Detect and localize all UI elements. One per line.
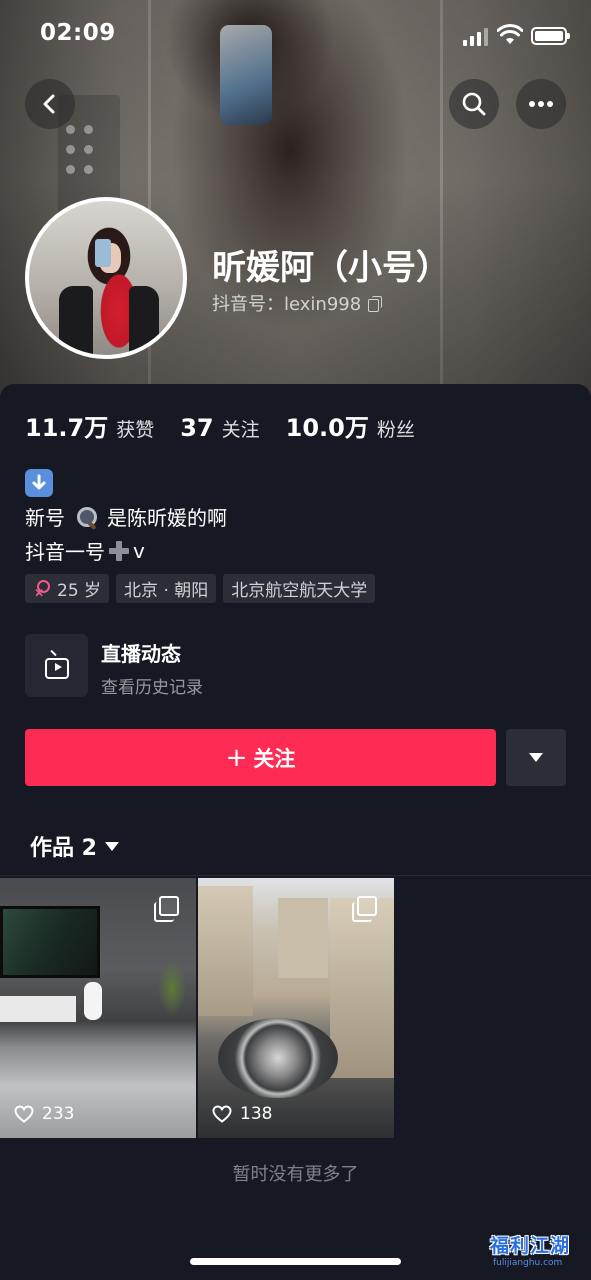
- heart-icon: [14, 1105, 34, 1123]
- video-thumbnail[interactable]: 138: [198, 878, 394, 1138]
- stats-row: 11.7万 获赞 37 关注 10.0万 粉丝: [25, 408, 441, 443]
- down-arrow-emoji-icon: [25, 469, 53, 497]
- stat-likes[interactable]: 11.7万 获赞: [25, 408, 154, 443]
- watermark-url: fulijianghu.com: [493, 1258, 563, 1268]
- tag-age-text: 25 岁: [57, 581, 102, 601]
- stat-likes-label: 获赞: [116, 419, 155, 441]
- avatar[interactable]: [25, 197, 187, 359]
- follow-button[interactable]: + 关注: [25, 729, 496, 786]
- status-time: 02:09: [40, 20, 116, 46]
- profile-panel: 11.7万 获赞 37 关注 10.0万 粉丝 新号 是陈昕媛的啊 抖音一号 v…: [0, 384, 591, 1280]
- likes-count: 138: [240, 1104, 273, 1124]
- wifi-icon: [497, 24, 523, 44]
- watermark-logo: 福利江湖 fulijianghu.com: [490, 1225, 586, 1273]
- search-button[interactable]: [449, 79, 499, 129]
- stat-following-label: 关注: [221, 419, 260, 441]
- video-thumbnail[interactable]: 233: [0, 878, 196, 1138]
- stat-followers[interactable]: 10.0万 粉丝: [286, 408, 415, 443]
- more-button[interactable]: [516, 79, 566, 129]
- caret-down-icon: [104, 841, 119, 851]
- follow-label: 关注: [253, 746, 296, 771]
- divider: [0, 875, 591, 876]
- tag-school[interactable]: 北京航空航天大学: [223, 574, 376, 603]
- chevron-left-icon: [43, 94, 55, 114]
- triangle-down-icon: [529, 753, 543, 762]
- douyin-id-text: 抖音号：lexin998: [212, 294, 362, 315]
- tab-works[interactable]: 作品 2: [30, 830, 119, 862]
- tag-location: 北京 · 朝阳: [116, 574, 217, 603]
- live-tv-icon: [44, 657, 69, 679]
- female-icon: [33, 579, 50, 598]
- back-button[interactable]: [25, 79, 75, 129]
- stat-followers-label: 粉丝: [376, 419, 415, 441]
- stat-followers-value: 10.0万: [285, 414, 369, 442]
- video-likes: 138: [212, 1104, 272, 1124]
- heart-icon: [212, 1105, 232, 1123]
- magnifier-emoji-icon: [75, 506, 97, 528]
- multi-image-icon: [352, 896, 377, 922]
- signal-icon: [463, 28, 489, 46]
- battery-icon: [531, 27, 570, 45]
- bio-text: 抖音一号: [25, 540, 105, 564]
- stat-likes-value: 11.7万: [25, 414, 109, 442]
- bio-line-1: 新号 是陈昕媛的啊: [25, 502, 227, 531]
- search-icon: [462, 92, 486, 116]
- status-bar: 02:09: [0, 0, 591, 70]
- tag-age: 25 岁: [25, 574, 110, 603]
- live-subtitle[interactable]: 查看历史记录: [101, 673, 203, 698]
- bio-text: v: [133, 538, 145, 563]
- home-indicator[interactable]: [190, 1258, 401, 1265]
- multi-image-icon: [154, 896, 179, 922]
- watermark-text: 福利江湖: [490, 1235, 571, 1257]
- tab-works-label: 作品 2: [30, 836, 97, 861]
- bio-text: 新号: [25, 506, 65, 530]
- douyin-id[interactable]: 抖音号：lexin998: [212, 290, 383, 316]
- live-title[interactable]: 直播动态: [101, 638, 181, 667]
- plus-icon: +: [225, 742, 248, 773]
- video-likes: 233: [14, 1104, 74, 1124]
- likes-count: 233: [42, 1104, 75, 1124]
- live-history-button[interactable]: [25, 634, 88, 697]
- more-dots-icon: [529, 101, 553, 107]
- profile-tags: 25 岁 北京 · 朝阳 北京航空航天大学: [25, 574, 382, 603]
- bio-text: 是陈昕媛的啊: [107, 506, 227, 530]
- no-more-content: 暂时没有更多了: [232, 1164, 359, 1185]
- recommend-dropdown-button[interactable]: [506, 729, 566, 786]
- stat-following[interactable]: 37 关注: [180, 414, 259, 442]
- copy-icon[interactable]: [368, 295, 383, 312]
- bio-line-2: 抖音一号 v: [25, 536, 145, 565]
- stat-following-value: 37: [180, 414, 214, 442]
- profile-nickname: 昕媛阿（小号）: [212, 248, 450, 288]
- plus-emoji-icon: [109, 540, 129, 561]
